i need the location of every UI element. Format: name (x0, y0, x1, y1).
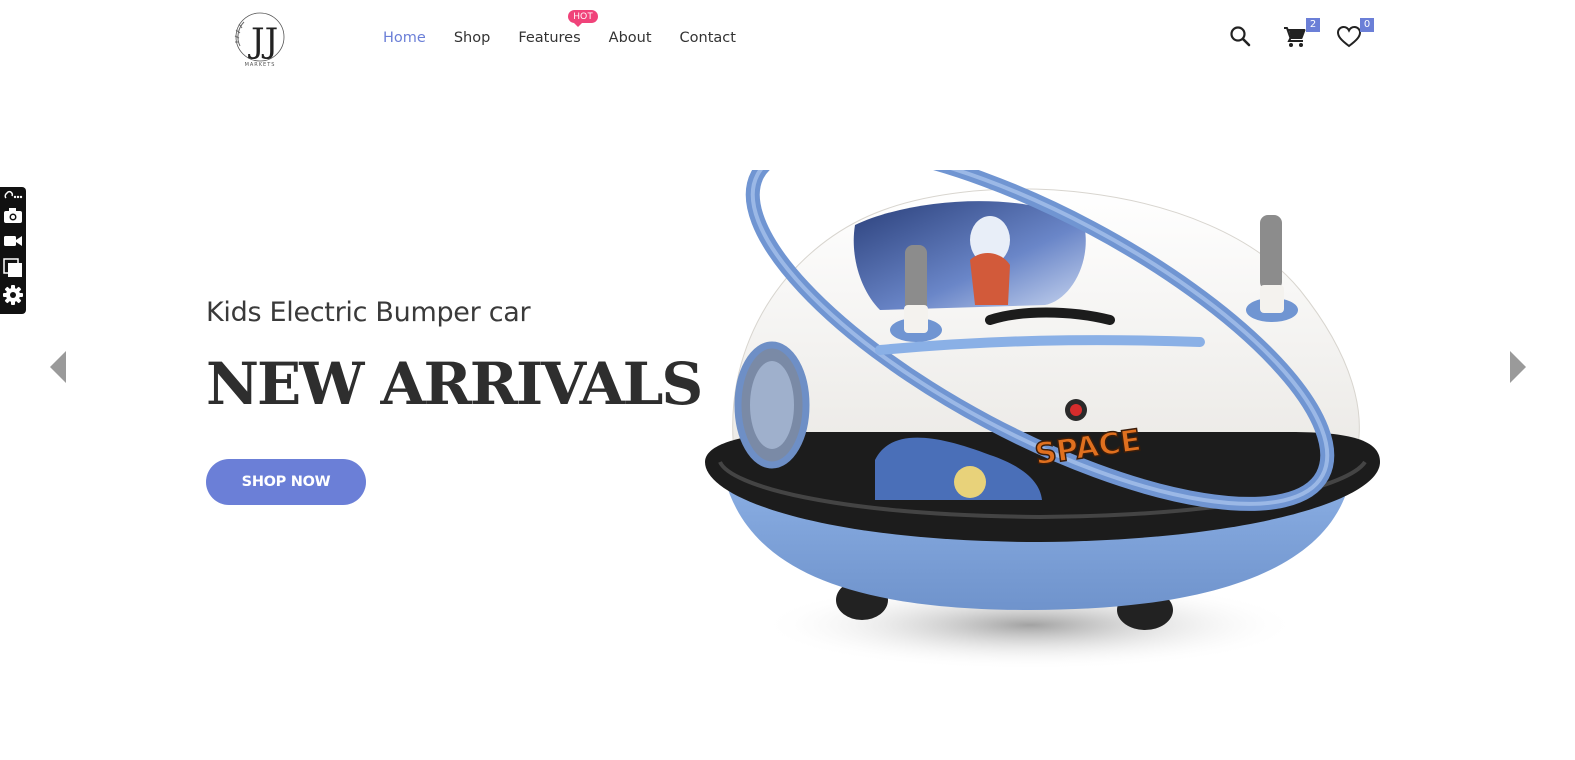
nav-features-label: Features (518, 30, 581, 46)
hero-product-image: SPACE (690, 139, 1390, 690)
wishlist-button[interactable]: 0 (1336, 18, 1374, 52)
nav-home[interactable]: Home (383, 29, 426, 47)
main-nav: Home Shop Features HOT About Contact (383, 10, 736, 47)
slider-prev-arrow[interactable] (48, 350, 68, 384)
layers-icon[interactable] (3, 258, 23, 278)
nav-shop[interactable]: Shop (454, 29, 490, 47)
site-header: JJ MARKETS Home Shop Features HOT About … (0, 0, 1575, 76)
site-logo[interactable]: JJ MARKETS (230, 8, 290, 70)
cart-count-badge: 2 (1306, 18, 1320, 32)
chevron-left-icon (50, 351, 66, 383)
header-actions: 2 0 (1228, 18, 1378, 54)
logo-text: JJ (248, 21, 278, 61)
gear-icon[interactable] (3, 285, 23, 305)
cart-button[interactable]: 2 (1282, 18, 1320, 52)
hero-subtitle: Kids Electric Bumper car (206, 297, 531, 328)
nav-contact[interactable]: Contact (680, 29, 736, 47)
nav-features[interactable]: Features HOT (518, 10, 599, 47)
chevron-right-icon (1510, 351, 1526, 383)
side-toolbar (0, 187, 26, 314)
logo-subtext: MARKETS (244, 62, 276, 68)
bumper-car-illustration: SPACE (705, 139, 1380, 670)
cart-icon (1284, 27, 1306, 47)
heart-icon (1336, 25, 1362, 48)
slider-next-arrow[interactable] (1508, 350, 1528, 384)
search-button[interactable] (1228, 24, 1256, 52)
nav-about[interactable]: About (609, 29, 652, 47)
shop-now-button[interactable]: SHOP NOW (206, 459, 366, 505)
logo-emblem: JJ (234, 12, 285, 62)
wishlist-count-badge: 0 (1360, 18, 1374, 32)
video-icon[interactable] (3, 233, 23, 253)
search-icon (1230, 26, 1251, 47)
hot-badge: HOT (568, 10, 599, 27)
hero-title: NEW ARRIVALS (206, 350, 703, 418)
camera-icon[interactable] (3, 206, 23, 226)
